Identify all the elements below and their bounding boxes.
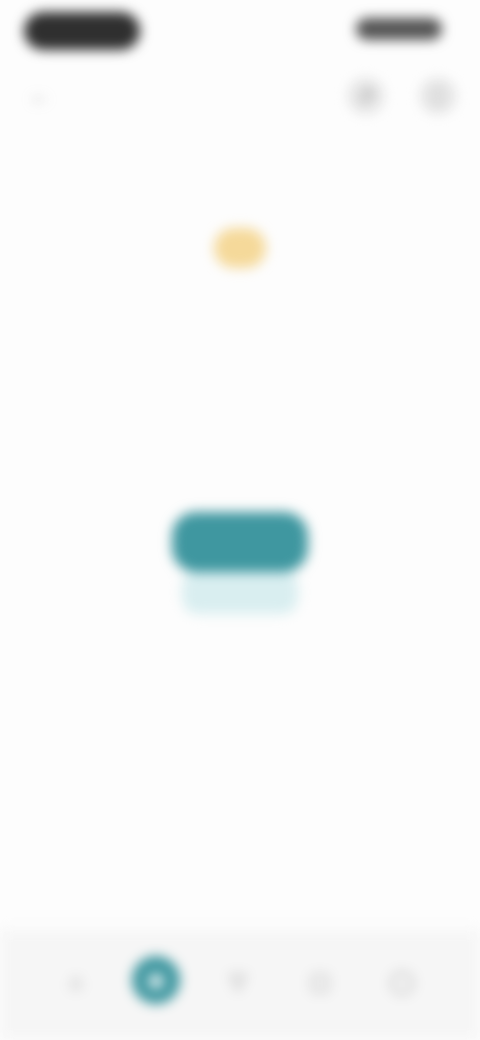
explore-icon[interactable]: ◉ — [132, 956, 180, 1004]
lightbulb-icon[interactable]: ▽ — [210, 954, 266, 1010]
home-icon[interactable]: ⌂ — [48, 954, 104, 1010]
primary-button[interactable] — [172, 512, 308, 572]
arrow-left-icon[interactable]: ← — [28, 84, 52, 108]
profile-icon[interactable]: ◯ — [374, 954, 430, 1010]
status-pill — [24, 12, 140, 50]
status-bar — [0, 0, 480, 64]
more-icon[interactable]: ⋮ — [420, 78, 456, 114]
bottom-nav: ⌂ ◉ ▽ ▢ ◯ — [0, 930, 480, 1040]
chat-icon[interactable]: ▢ — [292, 954, 348, 1010]
share-icon[interactable]: ↗ — [348, 78, 384, 114]
sun-icon — [214, 228, 266, 268]
app-title — [98, 84, 248, 106]
app-bar: ← ↗ ⋮ — [0, 64, 480, 128]
button-shadow — [182, 570, 298, 614]
status-time — [356, 18, 442, 40]
